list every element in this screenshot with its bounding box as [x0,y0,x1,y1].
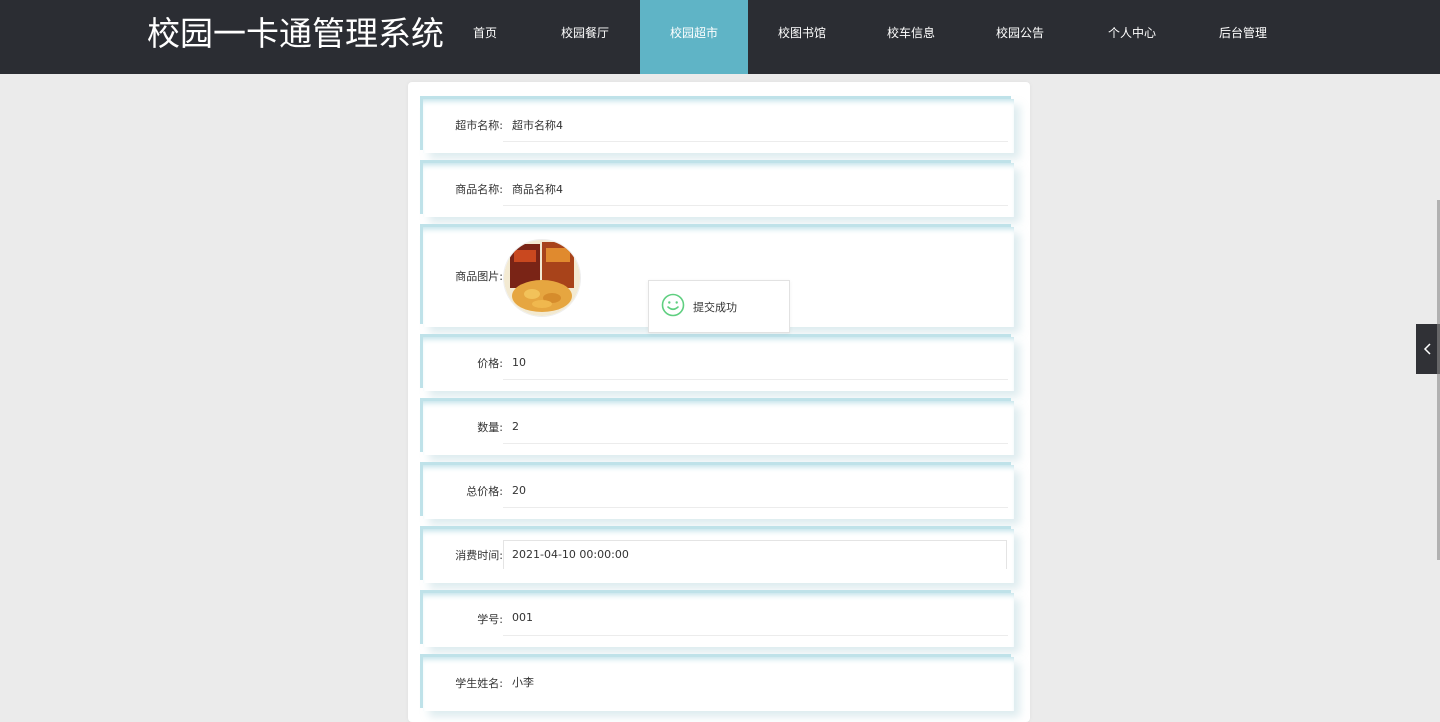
field-label: 数量: [477,421,503,434]
form-row-student-id: 学号: 001 [423,593,1014,647]
form-row-product-name: 商品名称: 商品名称4 [423,163,1014,217]
nav-item-profile[interactable]: 个人中心 [1087,0,1177,74]
product-image[interactable] [503,239,581,317]
nav-item-home[interactable]: 首页 [440,0,530,74]
field-value: 20 [512,484,526,497]
field-underline [503,635,1008,636]
field-label: 商品名称: [455,183,503,196]
nav-item-supermarket[interactable]: 校园超市 [640,0,748,74]
field-underline [503,507,1008,508]
toast-message: 提交成功 [693,301,737,314]
field-value: 2021-04-10 00:00:00 [512,548,629,561]
form-row-price: 价格: 10 [423,337,1014,391]
form-row-quantity: 数量: 2 [423,401,1014,455]
form-row-total-price: 总价格: 20 [423,465,1014,519]
chevron-left-icon [1423,341,1433,357]
field-value: 小李 [512,676,534,689]
app-title: 校园一卡通管理系统 [147,14,444,53]
field-underline [503,379,1008,380]
field-label: 商品图片: [455,270,503,283]
detail-card: 超市名称: 超市名称4 商品名称: 商品名称4 商品图片: 价格: 10 数量:… [408,82,1030,722]
field-value: 10 [512,356,526,369]
field-underline [503,141,1008,142]
nav-item-admin[interactable]: 后台管理 [1198,0,1288,74]
field-label: 超市名称: [455,119,503,132]
field-value: 001 [512,611,533,624]
nav-item-notice[interactable]: 校园公告 [975,0,1065,74]
field-label: 价格: [477,357,503,370]
field-label: 总价格: [466,485,503,498]
nav-item-library[interactable]: 校图书馆 [757,0,847,74]
form-row-supermarket-name: 超市名称: 超市名称4 [423,99,1014,153]
form-row-student-name: 学生姓名: 小李 [423,657,1014,711]
smile-icon [661,293,685,321]
field-value: 商品名称4 [512,183,563,196]
field-value: 超市名称4 [512,119,563,132]
nav-item-canteen[interactable]: 校园餐厅 [540,0,630,74]
field-underline [503,443,1008,444]
nav-item-bus[interactable]: 校车信息 [866,0,956,74]
form-row-consume-time: 消费时间: 2021-04-10 00:00:00 [423,529,1014,583]
field-value: 2 [512,420,519,433]
field-label: 消费时间: [455,549,503,562]
success-toast: 提交成功 [648,280,790,333]
field-underline [503,205,1008,206]
field-label: 学生姓名: [455,677,503,690]
top-navbar: 校园一卡通管理系统 首页 校园餐厅 校园超市 校图书馆 校车信息 校园公告 个人… [0,0,1440,74]
field-label: 学号: [477,613,503,626]
